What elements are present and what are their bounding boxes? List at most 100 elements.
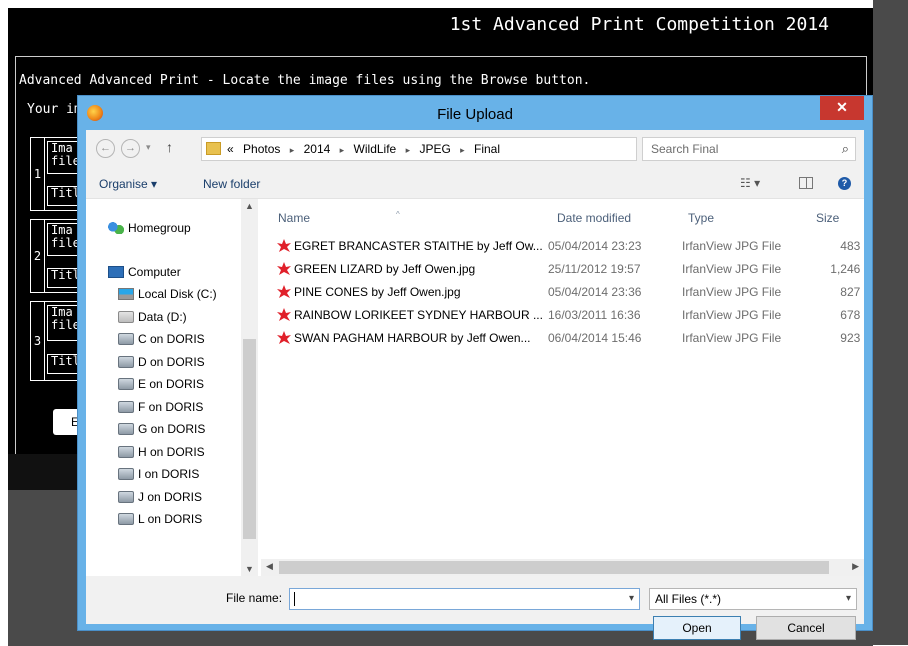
nav-item-label: J on DORIS xyxy=(138,490,203,504)
file-size: 923 I xyxy=(840,331,864,345)
file-type: IrfanView JPG File xyxy=(682,285,782,299)
open-button[interactable]: Open xyxy=(653,616,741,640)
nav-item-network-drive[interactable]: G on DORIS xyxy=(118,422,205,436)
network-drive-icon xyxy=(118,513,134,525)
search-icon[interactable]: ⌕ xyxy=(842,141,849,157)
text-caret xyxy=(294,592,295,606)
nav-item-local-disk[interactable]: Local Disk (C:) xyxy=(118,287,217,301)
file-list: Name ^ Date modified Type Size EGRET BRAN… xyxy=(261,199,864,576)
nav-item-homegroup[interactable]: Homegroup xyxy=(108,221,191,235)
file-row[interactable]: EGRET BRANCASTER STAITHE by Jeff Ow... 0… xyxy=(277,236,864,256)
nav-item-label: C on DORIS xyxy=(138,332,205,346)
navigation-pane: Homegroup Computer Local Disk (C:) Data … xyxy=(86,199,261,576)
nav-item-network-drive[interactable]: F on DORIS xyxy=(118,400,203,414)
nav-item-network-drive[interactable]: I on DORIS xyxy=(118,467,199,481)
network-drive-icon xyxy=(118,401,134,413)
nav-item-network-drive[interactable]: E on DORIS xyxy=(118,377,204,391)
folder-icon xyxy=(206,142,221,155)
file-list-hscrollbar[interactable]: ◀ ▶ xyxy=(261,559,864,576)
breadcrumb-item[interactable]: Final xyxy=(474,142,500,156)
scroll-left-icon[interactable]: ◀ xyxy=(266,561,273,572)
back-button[interactable]: ← xyxy=(96,139,115,158)
page-header: 1st Advanced Print Competition 2014 xyxy=(8,8,873,46)
breadcrumb-item[interactable]: Photos xyxy=(243,142,280,156)
breadcrumb-separator[interactable]: ▸ xyxy=(340,145,345,155)
address-row: ← → ▾ ↑ « Photos ▸ 2014 ▸ WildLife ▸ JPE… xyxy=(86,130,864,168)
page-title: 1st Advanced Print Competition 2014 xyxy=(449,14,829,35)
scroll-down-icon[interactable]: ▼ xyxy=(245,564,254,574)
nav-item-label: E on DORIS xyxy=(138,377,205,391)
nav-pane-scrollbar[interactable]: ▲ ▼ xyxy=(241,199,258,576)
close-button[interactable]: ✕ xyxy=(820,96,864,120)
entry-number: 2 xyxy=(31,220,45,292)
dialog-footer: File name: ▾ All Files (*.*) ▾ Open Canc… xyxy=(86,576,864,640)
search-input[interactable]: Search Final ⌕ xyxy=(642,137,856,161)
nav-item-computer[interactable]: Computer xyxy=(108,265,181,279)
file-type: IrfanView JPG File xyxy=(682,331,782,345)
column-header-size[interactable]: Size xyxy=(816,211,839,225)
chevron-down-icon: ▾ xyxy=(845,593,851,604)
help-icon[interactable]: ? xyxy=(838,177,851,190)
breadcrumb-item[interactable]: JPEG xyxy=(419,142,450,156)
file-type: IrfanView JPG File xyxy=(682,308,782,322)
network-drive-icon xyxy=(118,468,134,480)
view-options-icon[interactable]: ☷ ▾ xyxy=(740,176,760,190)
recent-locations-button[interactable]: ▾ xyxy=(146,142,151,153)
cancel-button[interactable]: Cancel xyxy=(756,616,856,640)
file-name-input[interactable]: ▾ xyxy=(289,588,640,610)
nav-item-network-drive[interactable]: H on DORIS xyxy=(118,445,205,459)
network-drive-icon xyxy=(118,491,134,503)
nav-item-network-drive[interactable]: D on DORIS xyxy=(118,355,205,369)
nav-item-network-drive[interactable]: C on DORIS xyxy=(118,332,205,346)
chevron-down-icon[interactable]: ▾ xyxy=(629,593,634,604)
organise-menu[interactable]: Organise ▾ xyxy=(99,177,157,191)
file-row[interactable]: SWAN PAGHAM HARBOUR by Jeff Owen... 06/0… xyxy=(277,328,864,348)
scroll-right-icon[interactable]: ▶ xyxy=(852,561,859,572)
scrollbar-thumb[interactable] xyxy=(279,561,829,574)
file-name-label: File name: xyxy=(226,591,283,605)
nav-item-label: G on DORIS xyxy=(138,422,206,436)
breadcrumb-overflow[interactable]: « xyxy=(227,142,234,156)
column-header-name[interactable]: Name ^ xyxy=(278,210,400,225)
file-row[interactable]: PINE CONES by Jeff Owen.jpg 05/04/2014 2… xyxy=(277,282,864,302)
file-type: IrfanView JPG File xyxy=(682,262,782,276)
up-button[interactable]: ↑ xyxy=(166,139,173,155)
column-header-type[interactable]: Type xyxy=(688,211,714,225)
column-header-date[interactable]: Date modified xyxy=(557,211,631,225)
network-drive-icon xyxy=(118,333,134,345)
dialog-toolbar: Organise ▾ New folder ☷ ▾ ? xyxy=(86,168,864,199)
file-name: SWAN PAGHAM HARBOUR by Jeff Owen... xyxy=(294,331,531,345)
nav-item-label: H on DORIS xyxy=(138,445,205,459)
preview-pane-icon[interactable] xyxy=(799,177,813,189)
breadcrumb-item[interactable]: 2014 xyxy=(304,142,331,156)
nav-item-label: Homegroup xyxy=(128,221,191,235)
network-drive-icon xyxy=(118,378,134,390)
file-type-selected: All Files (*.*) xyxy=(655,592,722,606)
dialog-titlebar[interactable]: File Upload ✕ xyxy=(78,96,872,130)
file-upload-dialog: File Upload ✕ ← → ▾ ↑ « Photos ▸ 2014 ▸ … xyxy=(77,95,873,640)
nav-item-label: Computer xyxy=(128,265,181,279)
breadcrumb-separator[interactable]: ▸ xyxy=(460,145,465,155)
dialog-body: ← → ▾ ↑ « Photos ▸ 2014 ▸ WildLife ▸ JPE… xyxy=(86,130,864,640)
file-date: 05/04/2014 23:23 xyxy=(548,239,642,253)
new-folder-button[interactable]: New folder xyxy=(203,177,260,191)
nav-item-data-drive[interactable]: Data (D:) xyxy=(118,310,187,324)
irfanview-file-icon xyxy=(277,331,291,344)
nav-item-network-drive[interactable]: L on DORIS xyxy=(118,512,202,526)
file-size: 1,246 I xyxy=(830,262,864,276)
file-row[interactable]: RAINBOW LORIKEET SYDNEY HARBOUR ... 16/0… xyxy=(277,305,864,325)
file-row[interactable]: GREEN LIZARD by Jeff Owen.jpg 25/11/2012… xyxy=(277,259,864,279)
nav-item-network-drive[interactable]: J on DORIS xyxy=(118,490,202,504)
nav-item-label: L on DORIS xyxy=(138,512,203,526)
breadcrumb-separator[interactable]: ▸ xyxy=(406,145,411,155)
scroll-up-icon[interactable]: ▲ xyxy=(245,201,254,211)
forward-button[interactable]: → xyxy=(121,139,140,158)
breadcrumb-separator[interactable]: ▸ xyxy=(290,145,295,155)
scrollbar-thumb[interactable] xyxy=(243,339,256,539)
file-date: 25/11/2012 19:57 xyxy=(548,262,641,276)
address-bar[interactable]: « Photos ▸ 2014 ▸ WildLife ▸ JPEG ▸ Fina… xyxy=(201,137,725,161)
file-type-select[interactable]: All Files (*.*) ▾ xyxy=(649,588,857,610)
breadcrumb-item[interactable]: WildLife xyxy=(354,142,397,156)
dialog-title: File Upload xyxy=(437,106,513,123)
network-drive-icon xyxy=(118,423,134,435)
